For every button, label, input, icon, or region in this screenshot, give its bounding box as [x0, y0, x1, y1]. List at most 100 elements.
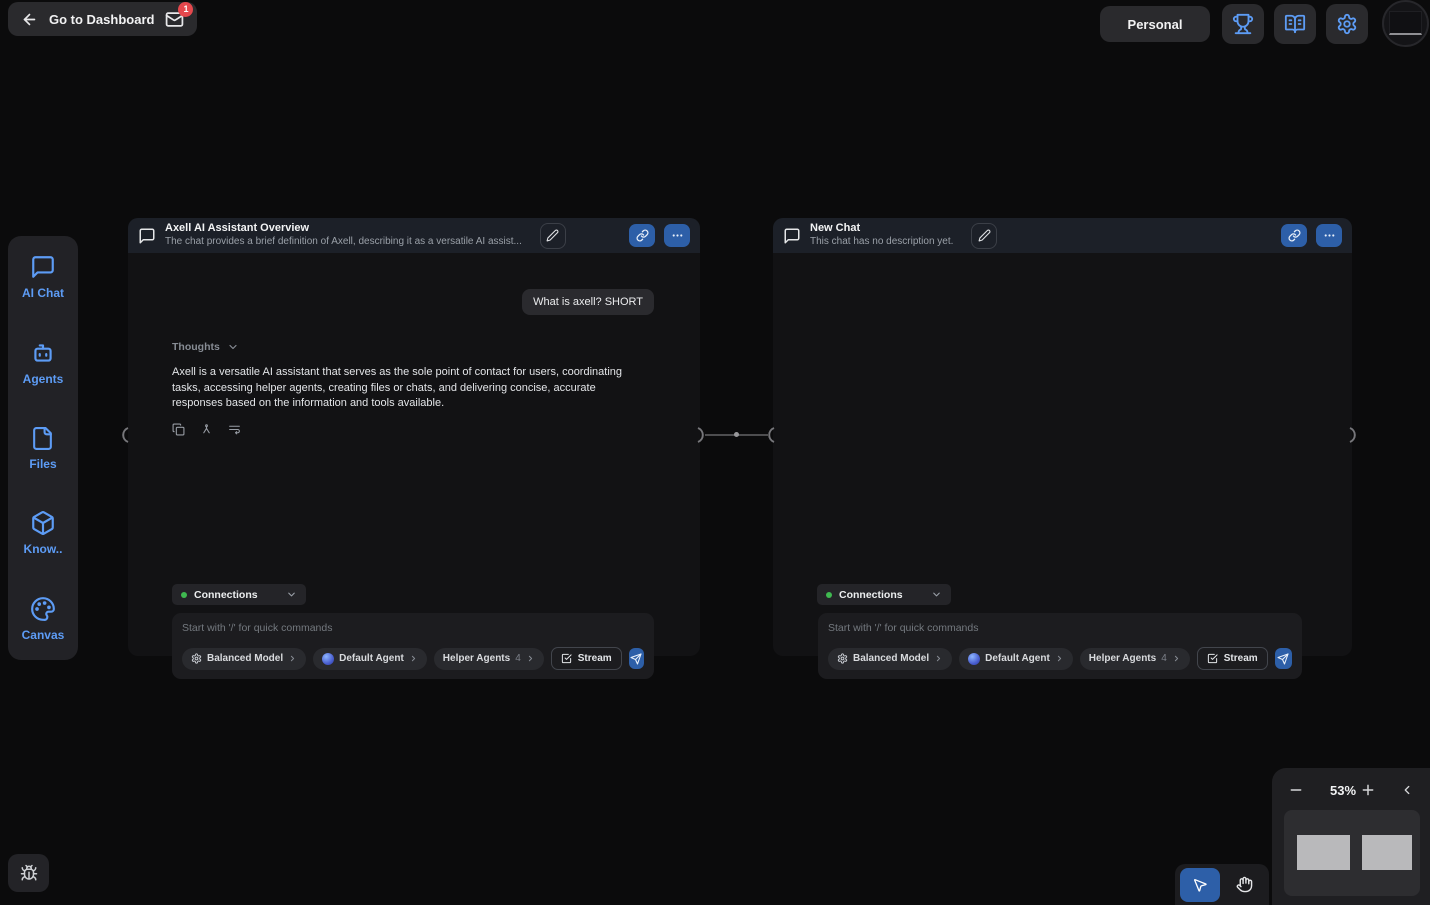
chevron-right-icon	[526, 654, 535, 663]
connections-label: Connections	[839, 588, 903, 601]
thoughts-toggle[interactable]: Thoughts	[172, 341, 239, 353]
sidebar-item-knowledge[interactable]: Know..	[24, 510, 62, 556]
mail-button[interactable]: 1	[165, 1, 194, 29]
sidebar-label: AI Chat	[22, 286, 64, 300]
cursor-icon	[1192, 877, 1208, 893]
send-button[interactable]	[628, 648, 644, 669]
bug-report-button[interactable]	[8, 854, 49, 892]
chat-messages-area[interactable]: Connections Start with '/' for quick com…	[773, 253, 1352, 679]
achievements-button[interactable]	[1222, 4, 1264, 44]
composer-controls: Balanced Model Default Agent Helper Agen…	[182, 647, 644, 670]
settings-button[interactable]	[1326, 4, 1368, 44]
chat-card-new-chat[interactable]: New Chat This chat has no description ye…	[773, 218, 1352, 679]
helper-agents-pill[interactable]: Helper Agents 4	[1079, 647, 1190, 670]
agent-selector-pill[interactable]: Default Agent	[313, 647, 427, 670]
helper-count: 4	[515, 653, 521, 664]
chat-description: The chat provides a brief definition of …	[165, 236, 522, 248]
sidebar-label: Files	[29, 456, 57, 471]
connections-dropdown[interactable]: Connections	[817, 584, 951, 605]
connections-label: Connections	[194, 588, 258, 601]
chat-icon	[30, 254, 56, 280]
message-actions	[172, 423, 241, 436]
chat-card-header[interactable]: New Chat This chat has no description ye…	[773, 218, 1352, 253]
chat-title: Axell AI Assistant Overview	[165, 222, 310, 235]
canvas-tools-panel	[1175, 864, 1269, 905]
minimap-card-left	[1297, 835, 1350, 870]
connection-midpoint[interactable]	[734, 432, 739, 437]
sidebar-item-ai-chat[interactable]: AI Chat	[22, 254, 64, 300]
composer-placeholder[interactable]: Start with '/' for quick commands	[828, 622, 1292, 634]
chat-messages-area[interactable]: What is axell? SHORT Thoughts Axell is a…	[128, 253, 700, 679]
agent-selector-pill[interactable]: Default Agent	[959, 647, 1073, 670]
chat-card-titles: New Chat This chat has no description ye…	[810, 222, 953, 248]
docs-button[interactable]	[1274, 4, 1316, 44]
personal-workspace-button[interactable]: Personal	[1100, 6, 1210, 42]
chevron-down-icon	[227, 341, 239, 353]
chat-card-titles: Axell AI Assistant Overview The chat pro…	[165, 222, 522, 248]
link-chat-button[interactable]	[1281, 224, 1307, 247]
card-port-left[interactable]	[119, 427, 129, 443]
send-button[interactable]	[1274, 648, 1292, 669]
chat-card-axell-overview[interactable]: Axell AI Assistant Overview The chat pro…	[128, 218, 700, 679]
pan-tool-button[interactable]	[1224, 868, 1264, 902]
fork-icon[interactable]	[200, 423, 213, 436]
check-square-icon	[1207, 653, 1218, 664]
minimap[interactable]	[1284, 810, 1420, 896]
collapse-minimap-button[interactable]	[1400, 783, 1414, 797]
chat-description: This chat has no description yet.	[810, 236, 954, 248]
chevron-right-icon	[1172, 654, 1181, 663]
link-chat-button[interactable]	[629, 224, 655, 247]
edit-chat-button[interactable]	[971, 222, 998, 249]
agent-pill-label: Default Agent	[985, 653, 1050, 664]
model-selector-pill[interactable]: Balanced Model	[828, 647, 953, 670]
agent-avatar-icon	[322, 652, 335, 665]
stream-toggle-button[interactable]: Stream	[550, 647, 622, 670]
trophy-icon	[1232, 13, 1254, 35]
canvas-workspace[interactable]: Go to Dashboard 1 Personal AI Chat Agent…	[0, 0, 1430, 905]
gear-icon	[1336, 13, 1358, 35]
model-selector-pill[interactable]: Balanced Model	[182, 647, 307, 670]
user-avatar[interactable]	[1382, 0, 1429, 47]
check-square-icon	[561, 653, 572, 664]
composer-placeholder[interactable]: Start with '/' for quick commands	[182, 622, 644, 634]
stream-toggle-button[interactable]: Stream	[1196, 647, 1268, 670]
more-options-button[interactable]	[664, 224, 690, 247]
sidebar-label: Canvas	[21, 628, 65, 642]
cube-icon	[30, 510, 56, 536]
chevron-right-icon	[934, 654, 943, 663]
arrow-left-icon	[21, 11, 38, 28]
agent-pill-label: Default Agent	[339, 653, 404, 664]
edit-chat-button[interactable]	[539, 222, 566, 249]
copy-icon[interactable]	[172, 423, 185, 436]
chevron-right-icon	[288, 654, 297, 663]
send-icon	[1277, 652, 1289, 665]
zoom-in-button[interactable]	[1360, 782, 1376, 798]
assistant-message: Axell is a versatile AI assistant that s…	[172, 366, 623, 409]
thoughts-label: Thoughts	[172, 341, 220, 353]
zoom-out-button[interactable]	[1288, 782, 1304, 798]
chevron-down-icon	[286, 589, 297, 600]
wrap-text-icon[interactable]	[228, 423, 241, 436]
chevron-down-icon	[931, 589, 942, 600]
sidebar-item-files[interactable]: Files	[29, 426, 57, 471]
helper-pill-label: Helper Agents	[1088, 653, 1157, 664]
chevron-right-icon	[409, 654, 418, 663]
message-composer[interactable]: Start with '/' for quick commands Balanc…	[818, 613, 1302, 679]
select-tool-button[interactable]	[1180, 867, 1220, 902]
avatar-image	[1389, 11, 1422, 35]
helper-agents-pill[interactable]: Helper Agents 4	[433, 647, 544, 670]
chat-title: New Chat	[810, 222, 861, 235]
bug-icon	[20, 864, 38, 882]
sidebar-item-canvas[interactable]: Canvas	[21, 596, 65, 642]
connections-dropdown[interactable]: Connections	[172, 584, 306, 605]
helper-pill-label: Helper Agents	[442, 653, 511, 664]
sidebar-item-agents[interactable]: Agents	[23, 340, 63, 386]
pencil-icon	[978, 229, 991, 242]
link-icon	[1287, 229, 1301, 242]
chat-card-header[interactable]: Axell AI Assistant Overview The chat pro…	[128, 218, 700, 253]
chat-bubble-icon	[138, 227, 156, 245]
card-port-right[interactable]	[1349, 427, 1359, 443]
more-options-button[interactable]	[1316, 224, 1342, 247]
go-to-dashboard-button[interactable]: Go to Dashboard 1	[8, 1, 198, 36]
message-composer[interactable]: Start with '/' for quick commands Balanc…	[172, 613, 654, 679]
